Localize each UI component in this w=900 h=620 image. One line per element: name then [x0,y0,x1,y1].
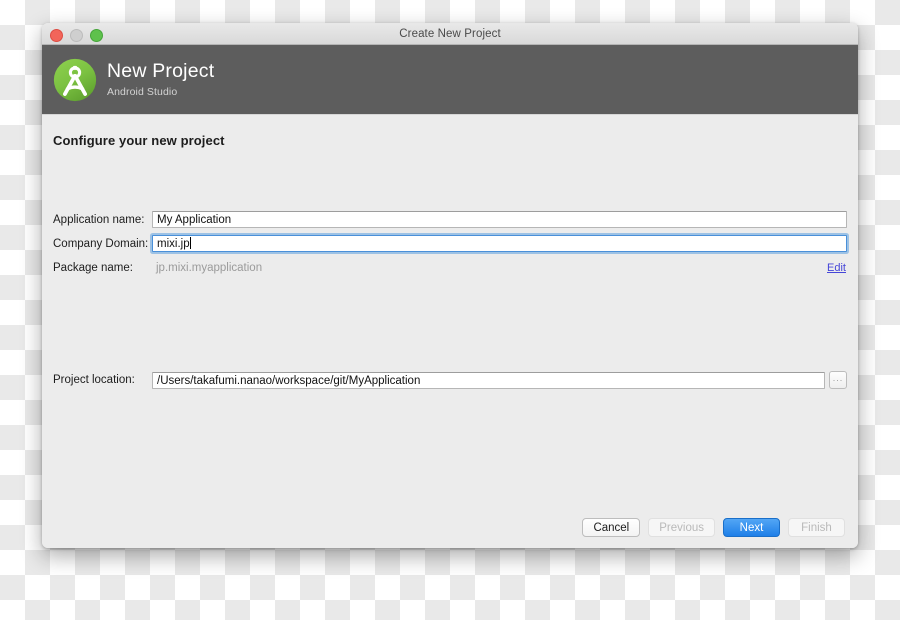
package-name-row: Package name: jp.mixi.myapplication Edit [53,256,847,279]
project-form: Application name: My Application Company… [53,208,847,280]
package-name-value: jp.mixi.myapplication [156,261,263,274]
wizard-footer: Cancel Previous Next Finish [582,518,845,537]
wizard-content: Configure your new project Application n… [42,115,858,548]
previous-button: Previous [648,518,715,537]
banner-title: New Project [107,60,215,82]
package-name-edit-link[interactable]: Edit [827,262,847,274]
company-domain-label: Company Domain: [53,237,149,250]
window-titlebar: Create New Project [42,23,858,45]
maximize-window-icon[interactable] [90,29,103,42]
project-location-label: Project location: [53,374,135,386]
page-title: Configure your new project [53,133,225,148]
next-button[interactable]: Next [723,518,780,537]
application-name-input[interactable]: My Application [152,211,847,228]
window-controls [50,29,103,42]
application-name-row: Application name: My Application [53,208,847,231]
wizard-banner: New Project Android Studio [42,45,858,115]
company-domain-input[interactable]: mixi.jp [152,235,847,252]
project-location-input[interactable]: /Users/takafumi.nanao/workspace/git/MyAp… [152,371,825,389]
cancel-button[interactable]: Cancel [582,518,641,537]
window-title: Create New Project [399,27,501,40]
package-name-label: Package name: [53,261,133,274]
close-window-icon[interactable] [50,29,63,42]
banner-subtitle: Android Studio [107,85,178,98]
application-name-label: Application name: [53,213,145,226]
transparency-backdrop: Create New Project New Project Android S… [0,0,900,620]
text-caret [189,237,191,249]
project-location-row: Project location: /Users/takafumi.nanao/… [53,369,847,391]
banner-text-group: New Project Android Studio [107,60,215,98]
android-studio-logo-icon [53,58,97,101]
company-domain-value: mixi.jp [157,238,190,250]
browse-folder-button[interactable]: ... [829,371,847,389]
minimize-window-icon[interactable] [70,29,83,42]
company-domain-row: Company Domain: mixi.jp [53,232,847,255]
create-new-project-window: Create New Project New Project Android S… [42,23,858,548]
finish-button: Finish [788,518,845,537]
